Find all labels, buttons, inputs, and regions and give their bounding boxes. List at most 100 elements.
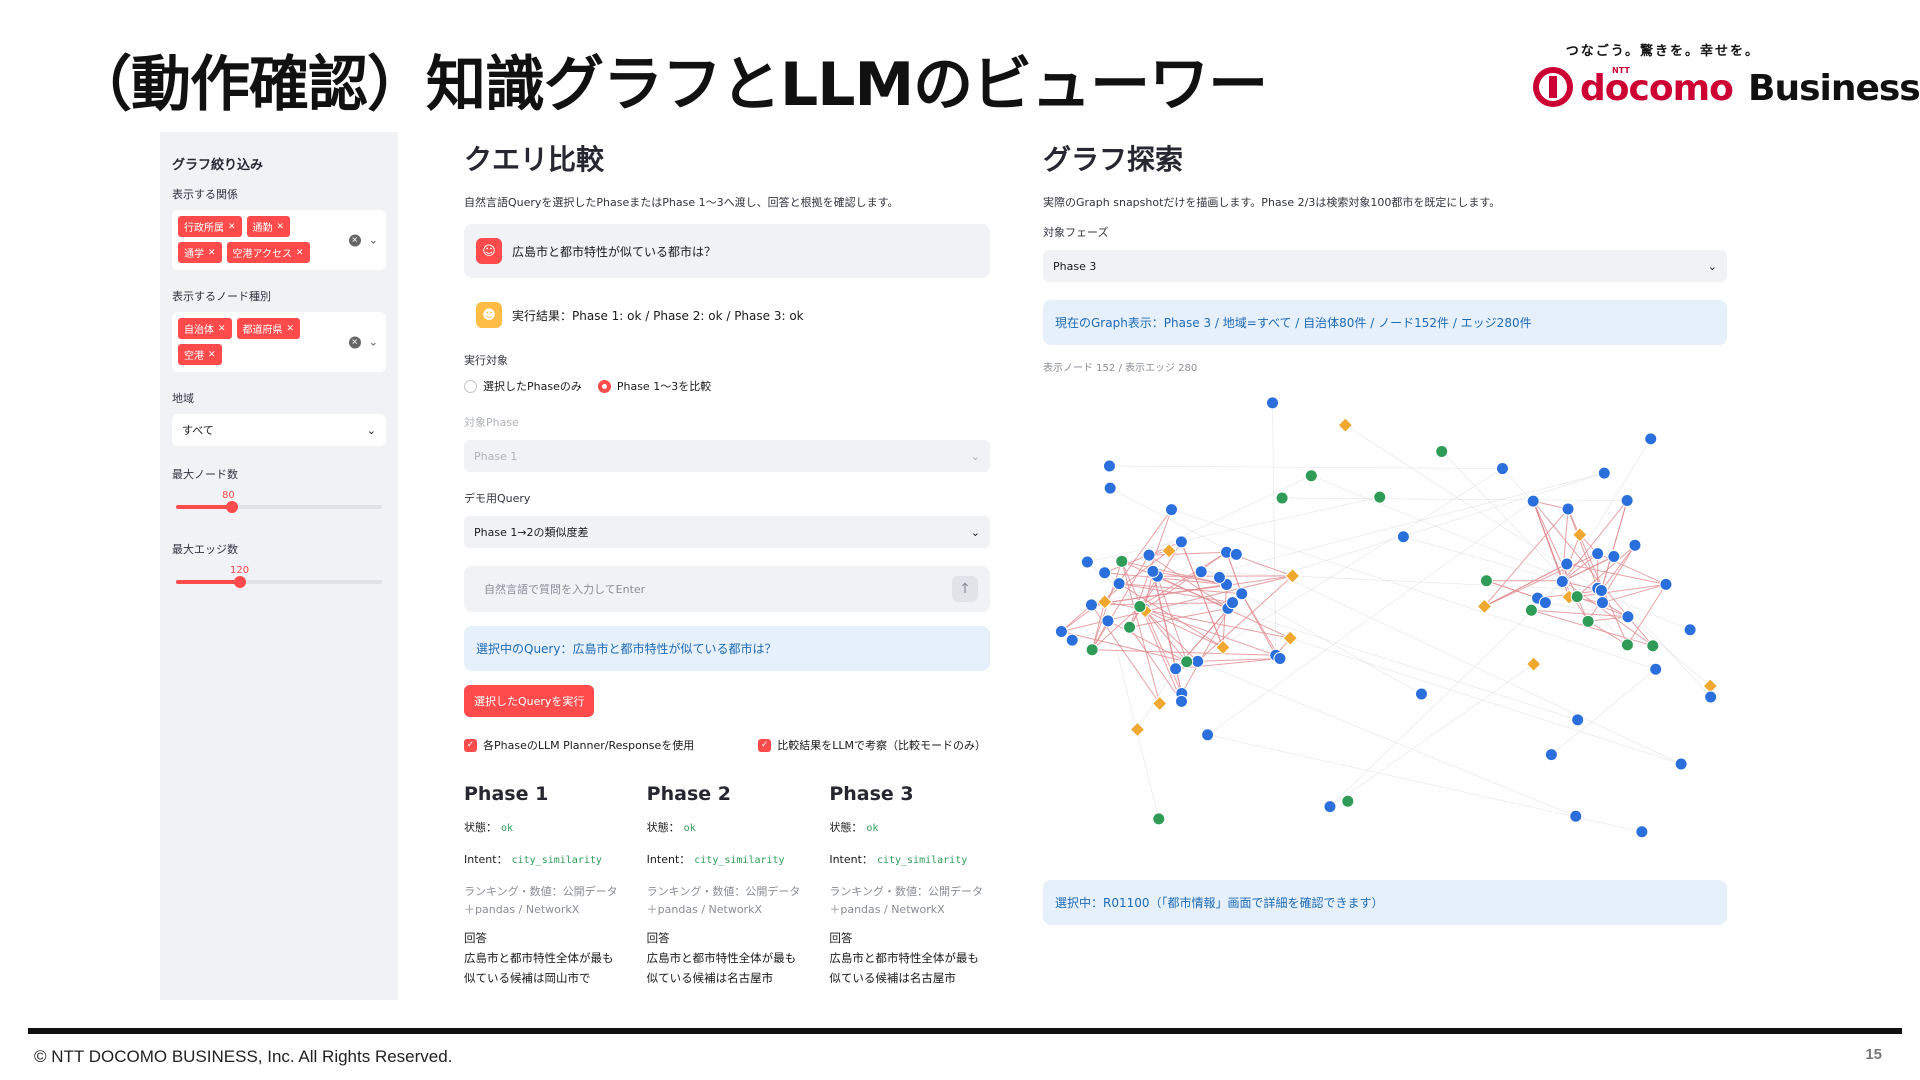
- slider-thumb[interactable]: [225, 501, 238, 513]
- municipality-node[interactable]: [1235, 587, 1249, 601]
- municipality-node[interactable]: [1538, 596, 1552, 610]
- airport-node[interactable]: [1282, 630, 1299, 646]
- airport-node[interactable]: [1161, 543, 1177, 559]
- node-type-tag[interactable]: 自治体 ✕: [178, 318, 232, 339]
- clear-all-icon[interactable]: ✕: [348, 336, 361, 348]
- municipality-node[interactable]: [1620, 494, 1634, 508]
- chat-input[interactable]: 自然言語で質問を入力してEnter ↑: [464, 566, 990, 612]
- airport-node[interactable]: [1337, 417, 1354, 433]
- radio-selected-only[interactable]: 選択したPhaseのみ: [464, 378, 582, 394]
- prefecture-node[interactable]: [1133, 600, 1147, 614]
- prefecture-node[interactable]: [1570, 590, 1584, 604]
- municipality-node[interactable]: [1112, 577, 1126, 591]
- municipality-node[interactable]: [1644, 432, 1658, 446]
- municipality-node[interactable]: [1098, 566, 1112, 580]
- municipality-node[interactable]: [1142, 548, 1156, 562]
- municipality-node[interactable]: [1165, 503, 1179, 517]
- remove-tag-icon[interactable]: ✕: [218, 324, 226, 334]
- use-llm-checkbox[interactable]: ✓ 各PhaseのLLM Planner/Responseを使用: [464, 737, 694, 753]
- municipality-node[interactable]: [1560, 557, 1574, 571]
- municipality-node[interactable]: [1674, 757, 1688, 771]
- municipality-node[interactable]: [1628, 538, 1642, 552]
- municipality-node[interactable]: [1495, 462, 1509, 476]
- municipality-node[interactable]: [1621, 610, 1635, 624]
- node-types-multiselect[interactable]: 自治体 ✕ 都道府県 ✕ 空港 ✕ ✕ ⌄: [172, 312, 386, 372]
- municipality-node[interactable]: [1607, 549, 1621, 563]
- municipality-node[interactable]: [1103, 481, 1117, 495]
- municipality-node[interactable]: [1544, 748, 1558, 762]
- knowledge-graph[interactable]: [1043, 380, 1727, 866]
- relation-tag[interactable]: 通学 ✕: [178, 242, 222, 263]
- municipality-node[interactable]: [1212, 570, 1226, 584]
- prefecture-node[interactable]: [1180, 655, 1194, 669]
- municipality-node[interactable]: [1396, 530, 1410, 544]
- municipality-node[interactable]: [1595, 596, 1609, 610]
- municipality-node[interactable]: [1323, 800, 1337, 814]
- municipality-node[interactable]: [1194, 565, 1208, 579]
- municipality-node[interactable]: [1169, 662, 1183, 676]
- relation-tag[interactable]: 空港アクセス ✕: [226, 242, 310, 263]
- airport-node[interactable]: [1129, 721, 1146, 738]
- remove-tag-icon[interactable]: ✕: [277, 222, 285, 232]
- graph-phase-select[interactable]: Phase 3 ⌄: [1043, 250, 1727, 282]
- municipality-node[interactable]: [1080, 555, 1094, 569]
- municipality-node[interactable]: [1146, 564, 1160, 578]
- max-edges-slider[interactable]: [176, 576, 382, 588]
- prefecture-node[interactable]: [1620, 638, 1634, 652]
- municipality-node[interactable]: [1273, 651, 1287, 665]
- relation-tag[interactable]: 行政所属 ✕: [178, 216, 242, 237]
- municipality-node[interactable]: [1555, 575, 1569, 589]
- prefecture-node[interactable]: [1479, 574, 1493, 588]
- municipality-node[interactable]: [1569, 809, 1583, 823]
- municipality-node[interactable]: [1101, 614, 1115, 628]
- municipality-node[interactable]: [1594, 584, 1608, 598]
- prefecture-node[interactable]: [1152, 812, 1166, 826]
- municipality-node[interactable]: [1191, 654, 1205, 668]
- remove-tag-icon[interactable]: ✕: [208, 248, 216, 258]
- prefecture-node[interactable]: [1115, 554, 1129, 568]
- municipality-node[interactable]: [1054, 624, 1068, 638]
- remove-tag-icon[interactable]: ✕: [208, 350, 216, 360]
- municipality-node[interactable]: [1414, 687, 1428, 701]
- graph-canvas[interactable]: [1043, 380, 1727, 866]
- remove-tag-icon[interactable]: ✕: [287, 324, 295, 334]
- municipality-node[interactable]: [1704, 690, 1718, 704]
- municipality-node[interactable]: [1065, 633, 1079, 647]
- node-type-tag[interactable]: 空港 ✕: [178, 344, 222, 365]
- municipality-node[interactable]: [1683, 623, 1697, 637]
- municipality-node[interactable]: [1084, 598, 1098, 612]
- prefecture-node[interactable]: [1275, 491, 1289, 505]
- phase-select[interactable]: Phase 1 ⌄: [464, 440, 990, 472]
- remove-tag-icon[interactable]: ✕: [228, 222, 236, 232]
- municipality-node[interactable]: [1266, 396, 1280, 410]
- municipality-node[interactable]: [1102, 459, 1116, 473]
- clear-all-icon[interactable]: ✕: [348, 234, 361, 246]
- prefecture-node[interactable]: [1373, 490, 1387, 504]
- prefecture-node[interactable]: [1646, 639, 1660, 653]
- llm-compare-checkbox[interactable]: ✓ 比較結果をLLMで考察（比較モードのみ）: [758, 737, 986, 753]
- municipality-node[interactable]: [1526, 494, 1540, 508]
- send-arrow-icon[interactable]: ↑: [952, 576, 978, 602]
- municipality-node[interactable]: [1635, 825, 1649, 839]
- prefecture-node[interactable]: [1524, 603, 1538, 617]
- municipality-node[interactable]: [1571, 713, 1585, 727]
- airport-node[interactable]: [1151, 695, 1168, 712]
- max-nodes-slider[interactable]: [176, 501, 382, 513]
- municipality-node[interactable]: [1597, 466, 1611, 480]
- demo-query-select[interactable]: Phase 1→2の類似度差 ⌄: [464, 516, 990, 548]
- node-type-tag[interactable]: 都道府県 ✕: [236, 318, 301, 339]
- municipality-node[interactable]: [1229, 547, 1243, 561]
- remove-tag-icon[interactable]: ✕: [296, 248, 304, 258]
- prefecture-node[interactable]: [1085, 643, 1099, 657]
- municipality-node[interactable]: [1174, 535, 1188, 549]
- chevron-down-icon[interactable]: ⌄: [369, 234, 378, 247]
- run-query-button[interactable]: 選択したQueryを実行: [464, 685, 595, 717]
- prefecture-node[interactable]: [1435, 444, 1449, 458]
- municipality-node[interactable]: [1659, 577, 1673, 591]
- prefecture-node[interactable]: [1581, 614, 1595, 628]
- chevron-down-icon[interactable]: ⌄: [369, 336, 378, 349]
- relation-tag[interactable]: 通勤 ✕: [246, 216, 291, 237]
- municipality-node[interactable]: [1649, 662, 1663, 676]
- municipality-node[interactable]: [1561, 502, 1575, 516]
- prefecture-node[interactable]: [1123, 620, 1137, 634]
